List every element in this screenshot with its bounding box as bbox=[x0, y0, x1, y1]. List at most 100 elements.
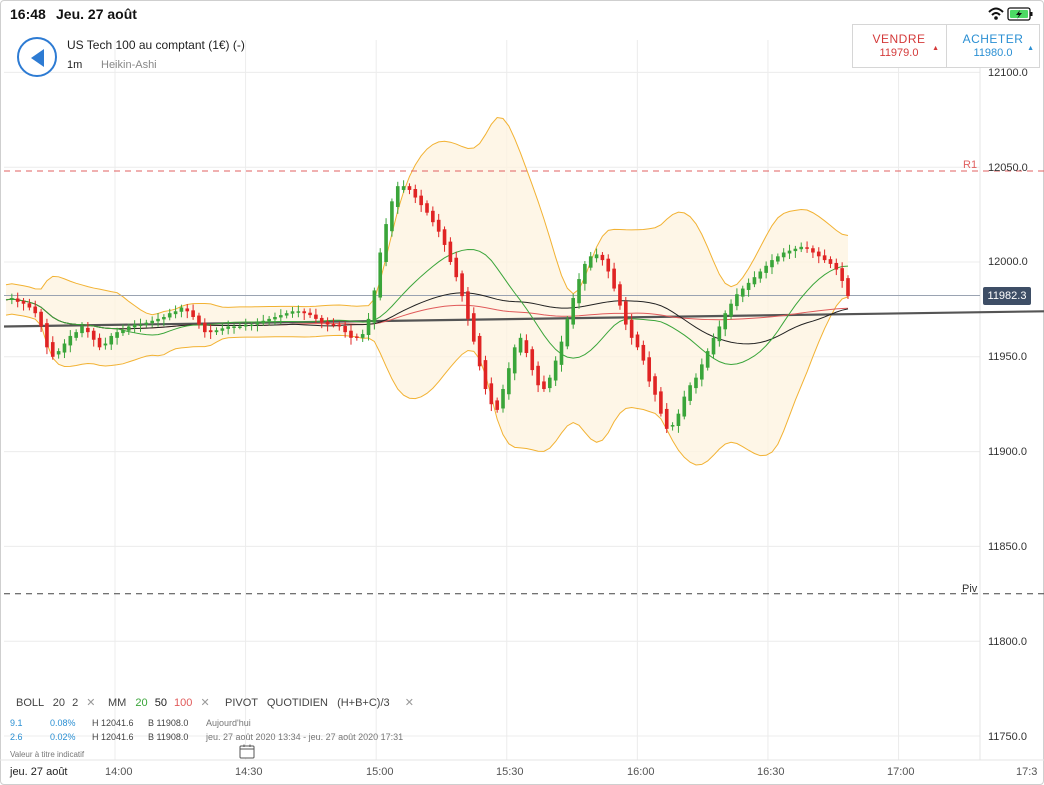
candle-body bbox=[126, 326, 131, 331]
candle-body bbox=[419, 195, 423, 206]
candle-body bbox=[226, 326, 231, 329]
candle-body bbox=[647, 357, 652, 382]
candle-body bbox=[431, 210, 435, 223]
candle-body bbox=[559, 341, 564, 365]
candle-body bbox=[343, 325, 347, 333]
boll-dev: 2 bbox=[72, 697, 79, 709]
candle-body bbox=[185, 308, 190, 312]
candle-body bbox=[758, 271, 763, 279]
candle-body bbox=[162, 316, 166, 320]
boll-close-icon[interactable]: ✕ bbox=[86, 697, 95, 709]
buy-price: 11980.0 bbox=[973, 47, 1013, 59]
candle-body bbox=[466, 291, 470, 319]
instrument-title[interactable]: US Tech 100 au comptant (1€) (-) bbox=[67, 38, 245, 52]
candle-body bbox=[746, 282, 751, 290]
candle-body bbox=[366, 318, 371, 335]
candle-body bbox=[512, 347, 517, 374]
candle-body bbox=[752, 277, 757, 285]
sell-button[interactable]: VENDRE 11979.0 ▲ bbox=[853, 25, 945, 67]
buy-button[interactable]: ACHETER 11980.0 ▲ bbox=[946, 25, 1039, 67]
candle-body bbox=[97, 337, 102, 348]
candle-body bbox=[542, 381, 546, 390]
candle-body bbox=[319, 317, 324, 323]
candle-body bbox=[442, 229, 447, 245]
candle-body bbox=[588, 256, 593, 268]
candle-body bbox=[202, 322, 207, 333]
back-button[interactable] bbox=[17, 37, 57, 77]
candle-body bbox=[547, 377, 552, 389]
pivot-p1: QUOTIDIEN bbox=[266, 697, 328, 709]
candle-body bbox=[518, 337, 523, 353]
x-date-label: jeu. 27 août bbox=[10, 766, 68, 778]
candle-body bbox=[530, 349, 535, 371]
candle-body bbox=[249, 324, 254, 327]
candle-body bbox=[799, 246, 804, 250]
chart-type-selector[interactable]: Heikin-Ashi bbox=[101, 59, 157, 71]
candle-body bbox=[62, 343, 67, 353]
candle-body bbox=[390, 201, 394, 232]
candle-body bbox=[425, 203, 429, 213]
candle-body bbox=[776, 256, 780, 262]
candle-body bbox=[653, 376, 657, 395]
candle-body bbox=[331, 324, 336, 326]
candle-body bbox=[325, 321, 330, 325]
price-chart[interactable] bbox=[0, 0, 1044, 785]
candle-body bbox=[255, 322, 260, 325]
stat-high: H 12041.6 bbox=[92, 718, 134, 728]
timeframe-selector[interactable]: 1m bbox=[67, 59, 82, 71]
mm-p1: 20 bbox=[135, 697, 148, 709]
candle-body bbox=[553, 360, 558, 381]
candle-body bbox=[828, 259, 833, 264]
boll-period: 20 bbox=[52, 697, 66, 709]
candle-body bbox=[50, 342, 55, 357]
boll-indicator[interactable]: BOLL 20 2 ✕ bbox=[16, 696, 96, 709]
candle-body bbox=[267, 318, 271, 322]
candle-body bbox=[21, 300, 26, 304]
candle-body bbox=[27, 303, 32, 308]
candle-body bbox=[740, 288, 745, 297]
candle-body bbox=[279, 315, 283, 318]
candle-body bbox=[144, 322, 149, 325]
current-price: 11982.3 bbox=[987, 290, 1027, 302]
candle-body bbox=[74, 332, 78, 338]
candle-body bbox=[694, 377, 698, 389]
candle-body bbox=[407, 186, 412, 190]
candle-body bbox=[483, 360, 488, 390]
candle-body bbox=[834, 262, 839, 270]
boll-name: BOLL bbox=[16, 697, 44, 709]
calendar-icon[interactable] bbox=[239, 744, 255, 759]
pivot-close-icon[interactable]: ✕ bbox=[405, 697, 414, 709]
pivot-indicator[interactable]: PIVOT QUOTIDIEN (H+B+C)/3 ✕ bbox=[225, 696, 414, 709]
candle-body bbox=[805, 247, 809, 249]
trade-panel: VENDRE 11979.0 ▲ ACHETER 11980.0 ▲ bbox=[852, 24, 1040, 68]
candle-body bbox=[103, 343, 108, 346]
candle-body bbox=[378, 252, 383, 298]
pivot-p2: (H+B+C)/3 bbox=[337, 697, 390, 709]
candle-body bbox=[717, 326, 722, 342]
candle-body bbox=[45, 323, 49, 348]
mm-close-icon[interactable]: ✕ bbox=[200, 697, 209, 709]
candle-body bbox=[173, 311, 178, 315]
candle-body bbox=[68, 335, 73, 346]
stat-pct: 0.08% bbox=[50, 718, 76, 728]
candle-body bbox=[191, 310, 195, 317]
candle-body bbox=[524, 340, 529, 354]
candle-body bbox=[56, 351, 61, 355]
candle-body bbox=[308, 312, 312, 316]
y-tick: 12100.0 bbox=[988, 67, 1028, 79]
candle-body bbox=[296, 311, 301, 313]
candle-body bbox=[705, 351, 710, 368]
candle-body bbox=[700, 364, 704, 380]
candle-body bbox=[735, 294, 739, 307]
candle-body bbox=[711, 337, 716, 355]
candle-body bbox=[600, 254, 605, 261]
candle-body bbox=[167, 313, 172, 318]
y-tick: 12000.0 bbox=[988, 256, 1028, 268]
candle-body bbox=[811, 248, 815, 253]
pivot-name: PIVOT bbox=[225, 697, 258, 709]
candle-body bbox=[238, 326, 242, 328]
candle-body bbox=[384, 224, 388, 262]
candle-body bbox=[401, 186, 406, 190]
mm-indicator[interactable]: MM 20 50 100 ✕ bbox=[108, 696, 210, 709]
battery-charging-icon bbox=[1007, 7, 1033, 21]
